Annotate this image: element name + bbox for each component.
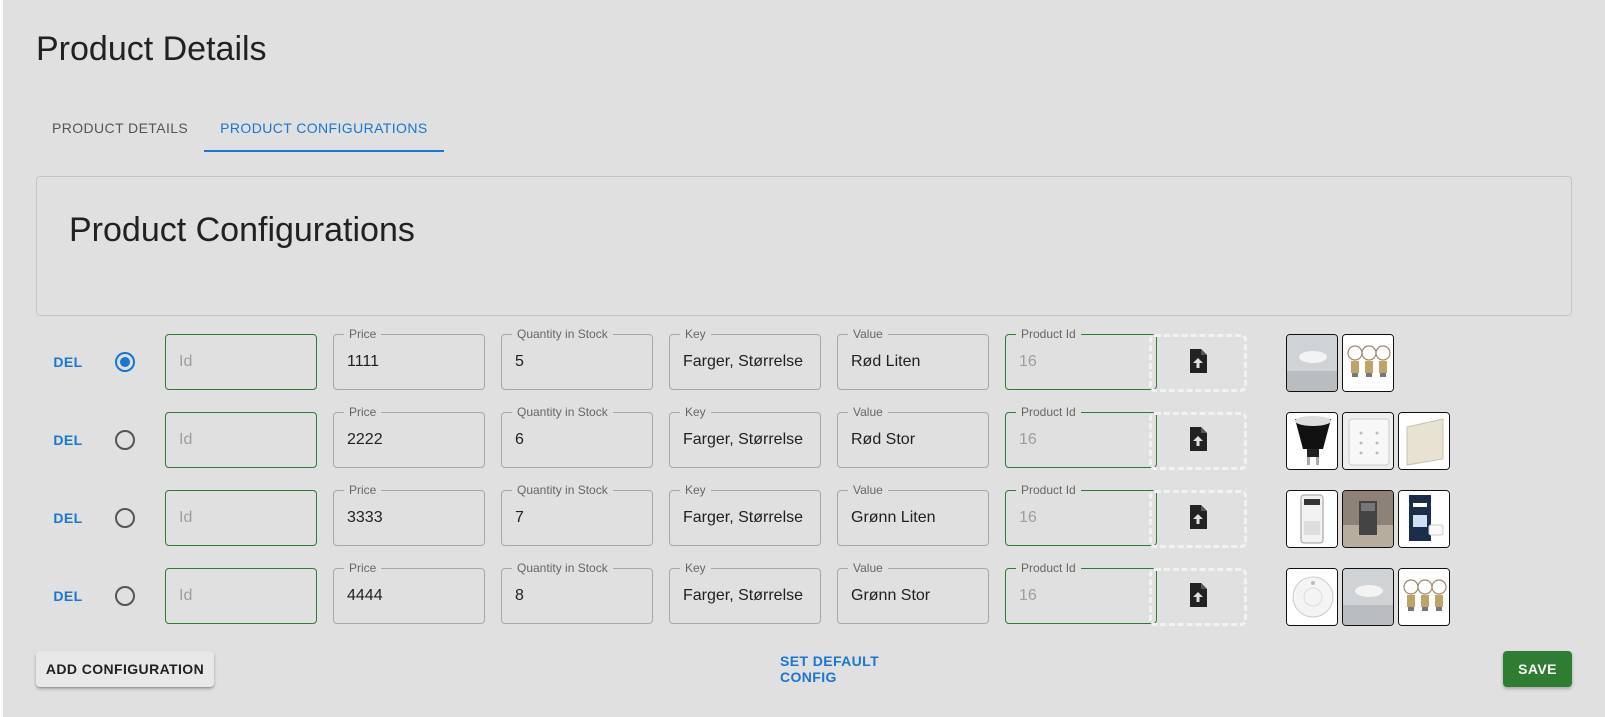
value-field-input[interactable] bbox=[837, 412, 989, 468]
quantity-field-input[interactable] bbox=[501, 334, 653, 390]
file-upload-icon bbox=[1186, 348, 1210, 379]
window-edge bbox=[0, 0, 3, 717]
product-id-field-input[interactable] bbox=[1005, 334, 1157, 390]
image-thumbnails bbox=[1286, 568, 1450, 626]
delete-configuration-button[interactable]: DEL bbox=[36, 582, 100, 610]
add-configuration-button[interactable]: ADD CONFIGURATION bbox=[36, 651, 214, 687]
upload-image-button[interactable] bbox=[1149, 568, 1247, 626]
id-field-input[interactable] bbox=[165, 334, 317, 390]
quantity-field: Quantity in Stock bbox=[501, 404, 653, 468]
tab-product-details[interactable]: PRODUCT DETAILS bbox=[36, 104, 204, 152]
key-field: Key bbox=[669, 482, 821, 546]
value-field-input[interactable] bbox=[837, 490, 989, 546]
image-thumbnails bbox=[1286, 334, 1394, 392]
upload-image-button[interactable] bbox=[1149, 334, 1247, 392]
image-thumbnails bbox=[1286, 412, 1450, 470]
default-config-radio[interactable] bbox=[115, 352, 135, 372]
value-field: Value bbox=[837, 326, 989, 390]
configuration-row: DEL PriceQuantity in StockKeyValueProduct… bbox=[36, 326, 1576, 392]
thumbnail-smart-hub-box[interactable] bbox=[1398, 490, 1450, 548]
delete-configuration-button[interactable]: DEL bbox=[36, 504, 100, 532]
file-upload-icon bbox=[1186, 582, 1210, 613]
thumbnail-three-bulbs[interactable] bbox=[1342, 334, 1394, 392]
key-field: Key bbox=[669, 326, 821, 390]
thumbnail-three-bulbs[interactable] bbox=[1398, 568, 1450, 626]
thumbnail-portable-ac[interactable] bbox=[1286, 490, 1338, 548]
quantity-field: Quantity in Stock bbox=[501, 560, 653, 624]
default-config-radio[interactable] bbox=[115, 586, 135, 606]
price-field: Price bbox=[333, 404, 485, 468]
save-button[interactable]: SAVE bbox=[1503, 651, 1572, 687]
quantity-field: Quantity in Stock bbox=[501, 326, 653, 390]
product-id-field-input[interactable] bbox=[1005, 490, 1157, 546]
quantity-field-input[interactable] bbox=[501, 412, 653, 468]
product-id-field: Product Id bbox=[1005, 482, 1157, 546]
value-field: Value bbox=[837, 560, 989, 624]
file-upload-icon bbox=[1186, 426, 1210, 457]
product-id-field: Product Id bbox=[1005, 404, 1157, 468]
thumbnail-wall-panel[interactable] bbox=[1398, 412, 1450, 470]
price-field-input[interactable] bbox=[333, 568, 485, 624]
thumbnail-ceiling-lamp[interactable] bbox=[1286, 334, 1338, 392]
product-id-field: Product Id bbox=[1005, 326, 1157, 390]
tab-bar: PRODUCT DETAILS PRODUCT CONFIGURATIONS bbox=[36, 104, 444, 152]
id-field-input[interactable] bbox=[165, 412, 317, 468]
delete-configuration-button[interactable]: DEL bbox=[36, 348, 100, 376]
price-field: Price bbox=[333, 326, 485, 390]
price-field-input[interactable] bbox=[333, 412, 485, 468]
value-field-input[interactable] bbox=[837, 568, 989, 624]
thumbnail-room-heater[interactable] bbox=[1342, 490, 1394, 548]
quantity-field-input[interactable] bbox=[501, 490, 653, 546]
image-thumbnails bbox=[1286, 490, 1450, 548]
thumbnail-wall-remote[interactable] bbox=[1342, 412, 1394, 470]
delete-configuration-button[interactable]: DEL bbox=[36, 426, 100, 454]
key-field: Key bbox=[669, 560, 821, 624]
upload-image-button[interactable] bbox=[1149, 412, 1247, 470]
quantity-field: Quantity in Stock bbox=[501, 482, 653, 546]
thumbnail-gu10-bulb[interactable] bbox=[1286, 412, 1338, 470]
price-field: Price bbox=[333, 560, 485, 624]
configuration-row: DEL PriceQuantity in StockKeyValueProduct… bbox=[36, 482, 1576, 548]
product-id-field-input[interactable] bbox=[1005, 412, 1157, 468]
id-field bbox=[165, 490, 317, 546]
set-default-config-button[interactable]: SET DEFAULT CONFIG bbox=[780, 651, 940, 687]
key-field: Key bbox=[669, 404, 821, 468]
file-upload-icon bbox=[1186, 504, 1210, 535]
value-field: Value bbox=[837, 404, 989, 468]
tab-product-configurations[interactable]: PRODUCT CONFIGURATIONS bbox=[204, 104, 444, 152]
thumbnail-smoke-detector[interactable] bbox=[1286, 568, 1338, 626]
quantity-field-input[interactable] bbox=[501, 568, 653, 624]
product-id-field-input[interactable] bbox=[1005, 568, 1157, 624]
value-field-input[interactable] bbox=[837, 334, 989, 390]
price-field-input[interactable] bbox=[333, 334, 485, 390]
key-field-input[interactable] bbox=[669, 412, 821, 468]
section-title: Product Configurations bbox=[69, 211, 415, 249]
thumbnail-ceiling-lamp[interactable] bbox=[1342, 568, 1394, 626]
configurations-header-card: Product Configurations bbox=[36, 176, 1572, 316]
default-config-radio[interactable] bbox=[115, 508, 135, 528]
upload-image-button[interactable] bbox=[1149, 490, 1247, 548]
configuration-row: DEL PriceQuantity in StockKeyValueProduct… bbox=[36, 560, 1576, 626]
id-field bbox=[165, 568, 317, 624]
id-field-input[interactable] bbox=[165, 568, 317, 624]
page-title: Product Details bbox=[36, 30, 267, 68]
configuration-row: DEL PriceQuantity in StockKeyValueProduct… bbox=[36, 404, 1576, 470]
id-field bbox=[165, 334, 317, 390]
id-field bbox=[165, 412, 317, 468]
product-id-field: Product Id bbox=[1005, 560, 1157, 624]
key-field-input[interactable] bbox=[669, 334, 821, 390]
value-field: Value bbox=[837, 482, 989, 546]
price-field-input[interactable] bbox=[333, 490, 485, 546]
price-field: Price bbox=[333, 482, 485, 546]
default-config-radio[interactable] bbox=[115, 430, 135, 450]
key-field-input[interactable] bbox=[669, 568, 821, 624]
id-field-input[interactable] bbox=[165, 490, 317, 546]
key-field-input[interactable] bbox=[669, 490, 821, 546]
